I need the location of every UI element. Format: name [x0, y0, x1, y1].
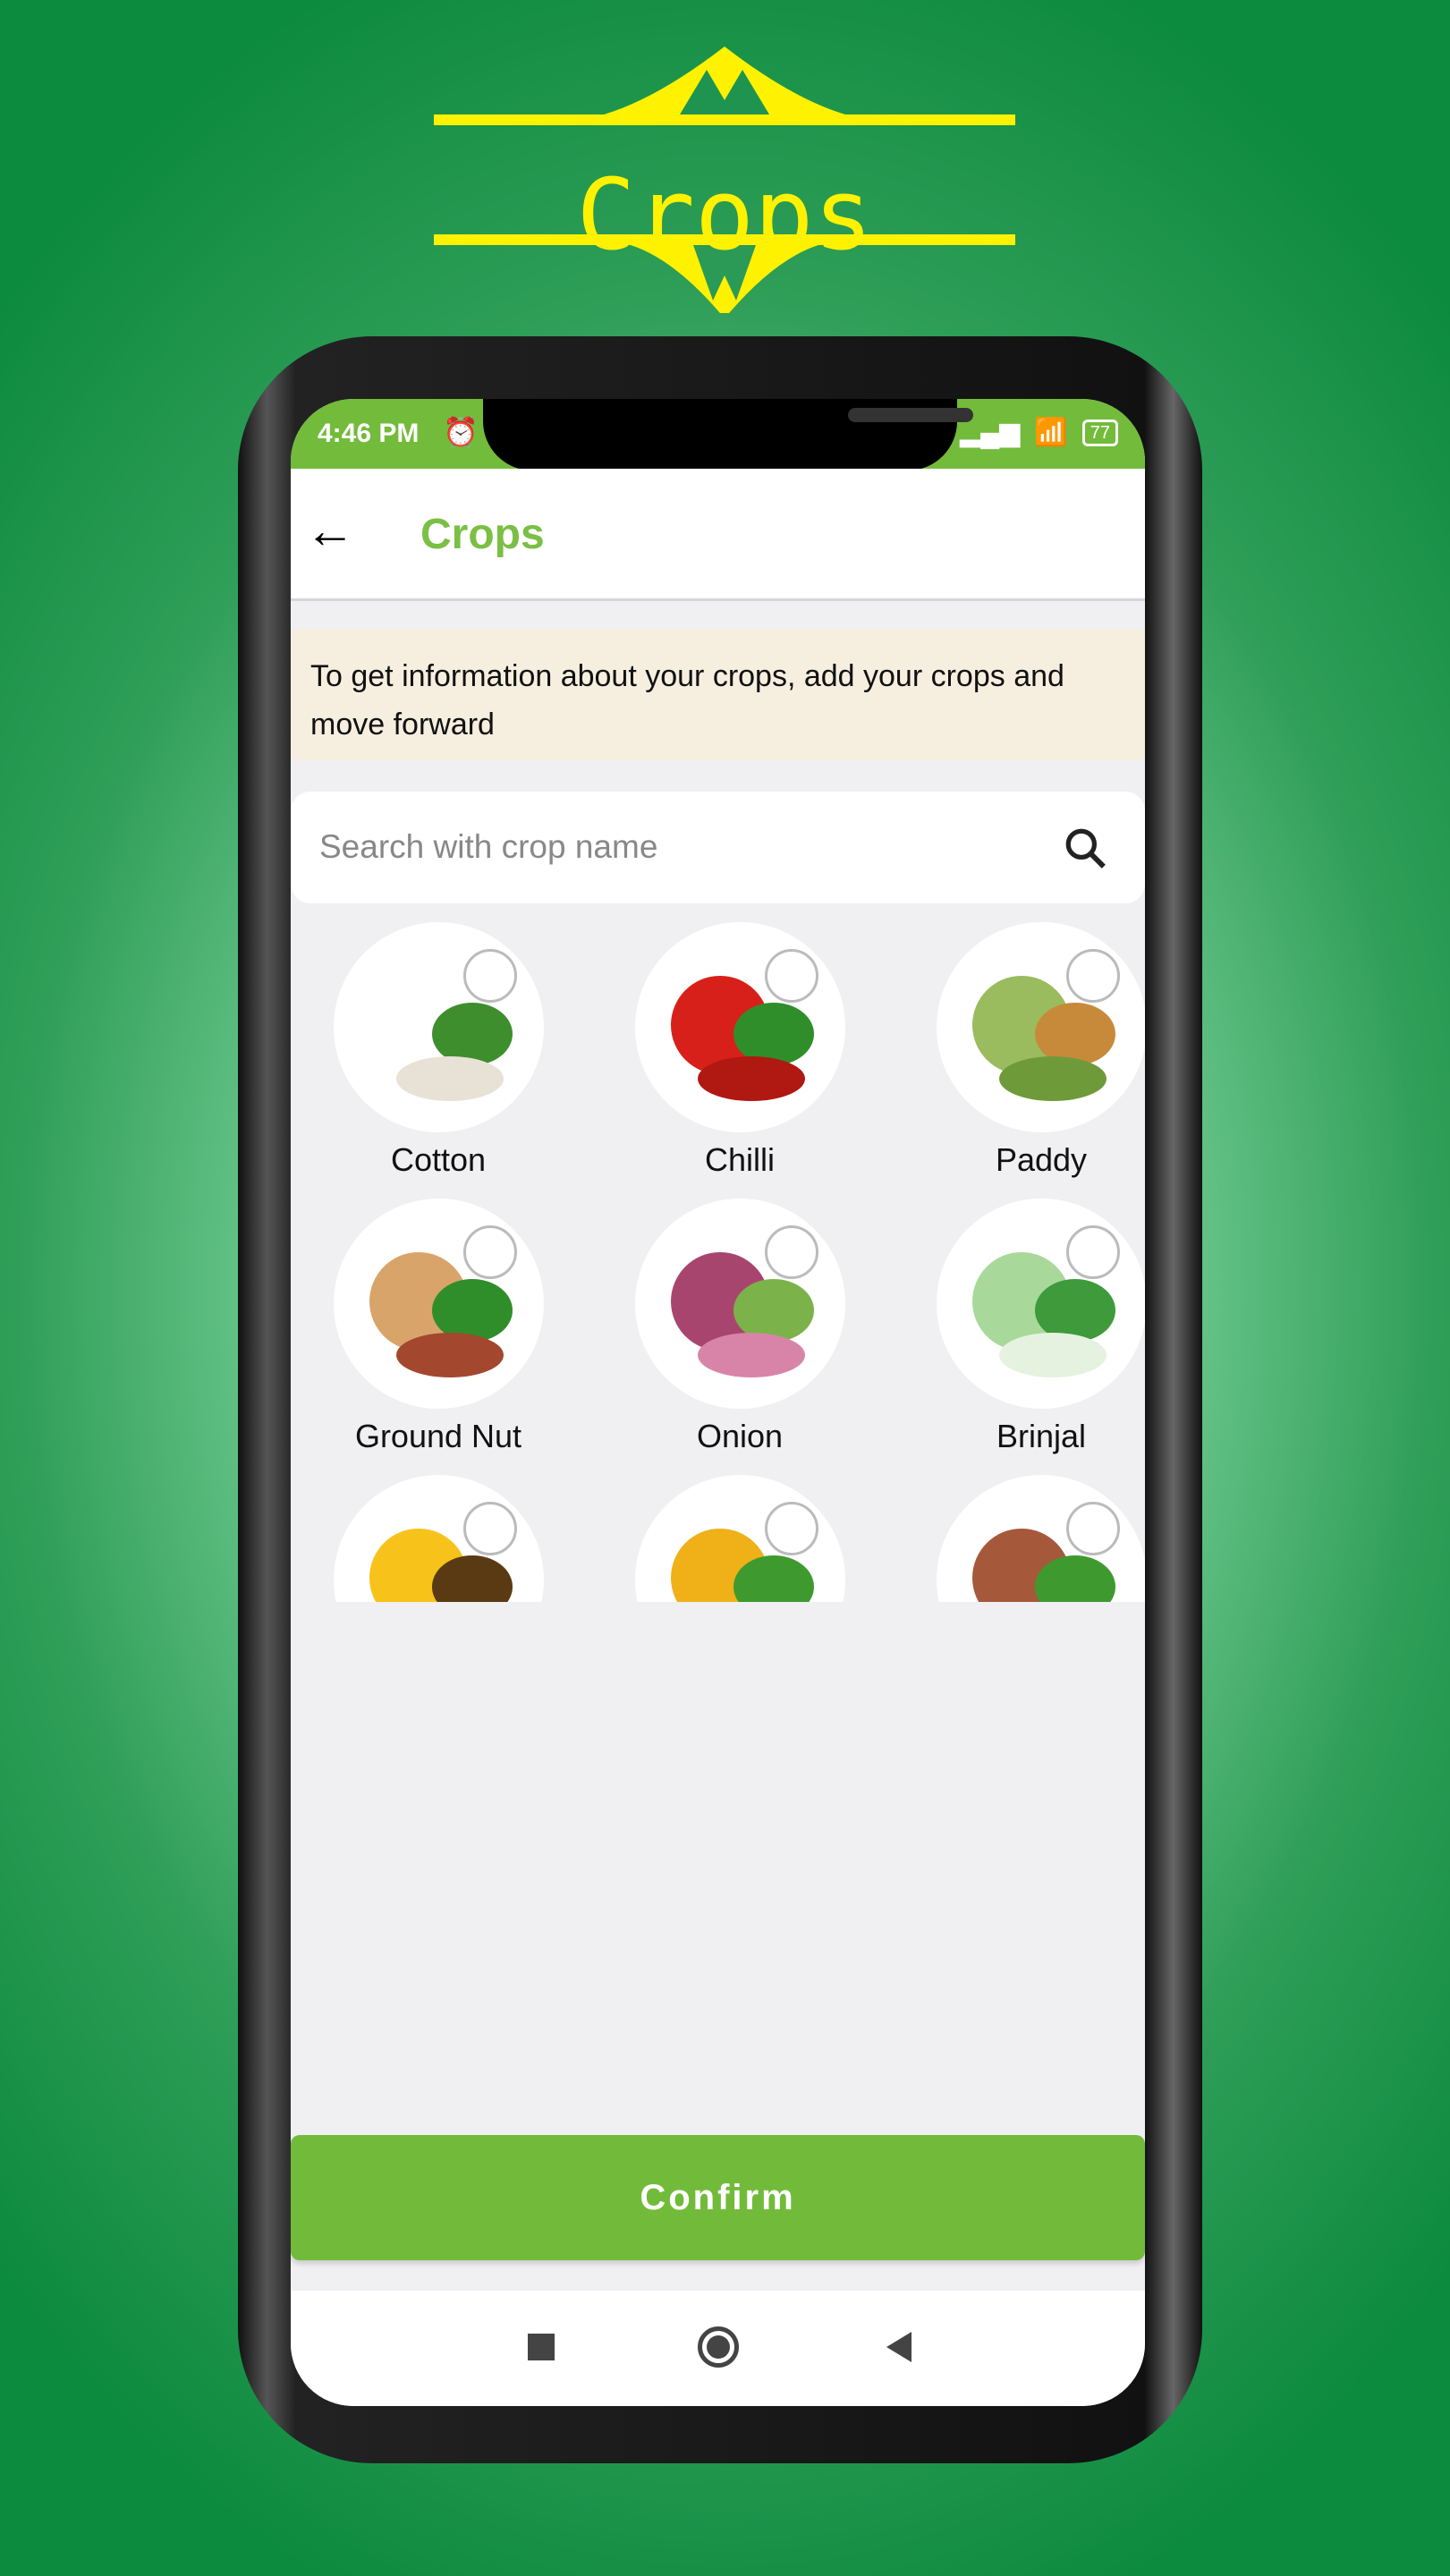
crop-item[interactable]: Cotton — [291, 922, 586, 1179]
crop-label: Paddy — [995, 1141, 1088, 1178]
crop-image — [634, 1475, 845, 1602]
crop-item[interactable]: Paddy — [894, 922, 1145, 1179]
crop-image-shape — [697, 1056, 805, 1101]
notch — [483, 399, 973, 470]
crop-image — [936, 922, 1145, 1132]
crop-image-shape — [998, 1333, 1107, 1377]
back-nav-icon[interactable] — [886, 2332, 912, 2362]
banner-title: Crops — [576, 157, 873, 272]
crop-image — [936, 1199, 1145, 1409]
speaker — [848, 408, 973, 422]
crop-image-shape — [395, 1333, 504, 1377]
crop-item[interactable]: Sunflower — [291, 1475, 586, 1602]
home-icon[interactable] — [698, 2326, 739, 2368]
crop-label: Cotton — [390, 1141, 487, 1178]
crop-image — [634, 1199, 845, 1409]
crop-select-radio[interactable] — [764, 1225, 818, 1279]
status-bar: 4:46 PM ⏰ ▂▄▆ 📶 77 — [291, 399, 1145, 470]
signal-icon: ▂▄▆ — [959, 418, 1021, 447]
crop-item[interactable]: Red Gram — [592, 1475, 887, 1602]
crop-label: Brinjal — [996, 1418, 1087, 1454]
confirm-button[interactable]: Confirm — [291, 2135, 1145, 2260]
crop-label: Chilli — [704, 1141, 775, 1178]
crop-label: Onion — [696, 1418, 784, 1454]
recents-icon[interactable] — [528, 2334, 555, 2360]
crop-item[interactable]: Bengal Gram — [894, 1475, 1145, 1602]
android-nav-bar — [291, 2291, 1145, 2406]
crop-item[interactable]: Chilli — [592, 922, 887, 1179]
crop-select-radio[interactable] — [462, 1502, 517, 1555]
crop-select-radio[interactable] — [764, 949, 818, 1003]
arrow-left-icon[interactable]: ← — [305, 501, 355, 559]
crop-select-radio[interactable] — [462, 949, 517, 1003]
page-title: Crops — [420, 511, 545, 558]
search-box — [291, 792, 1145, 903]
app-header: ← Crops — [291, 469, 1145, 601]
wifi-icon: 📶 — [1034, 418, 1068, 447]
crop-item[interactable]: Onion — [592, 1199, 887, 1455]
crop-select-radio[interactable] — [1065, 1225, 1120, 1279]
crop-image — [634, 922, 845, 1132]
crop-select-radio[interactable] — [462, 1225, 517, 1279]
search-input[interactable] — [319, 818, 1017, 876]
phone-screen: 4:46 PM ⏰ ▂▄▆ 📶 77 ← Crops To get inform… — [291, 399, 1145, 2406]
crop-image — [333, 922, 544, 1132]
crop-image — [333, 1199, 544, 1409]
crop-grid: Cotton Chilli Paddy Ground Nut Onion Bri… — [291, 922, 1145, 1602]
search-icon[interactable] — [1063, 826, 1107, 870]
crop-image-shape — [395, 1056, 504, 1101]
crop-image — [333, 1475, 544, 1602]
promo-banner: Crops — [434, 45, 1015, 313]
info-banner: To get information about your crops, add… — [291, 629, 1145, 760]
crop-item[interactable]: Ground Nut — [291, 1199, 586, 1455]
crop-select-radio[interactable] — [1065, 949, 1120, 1003]
crop-label: Ground Nut — [354, 1418, 522, 1454]
crop-image-shape — [697, 1333, 805, 1377]
crop-select-radio[interactable] — [764, 1502, 818, 1555]
alarm-icon: ⏰ — [443, 416, 479, 448]
crop-image — [936, 1475, 1145, 1602]
battery-icon: 77 — [1081, 419, 1118, 446]
crop-item[interactable]: Brinjal — [894, 1199, 1145, 1455]
crop-select-radio[interactable] — [1065, 1502, 1120, 1555]
crop-image-shape — [998, 1056, 1107, 1101]
status-time: 4:46 PM — [318, 419, 420, 448]
